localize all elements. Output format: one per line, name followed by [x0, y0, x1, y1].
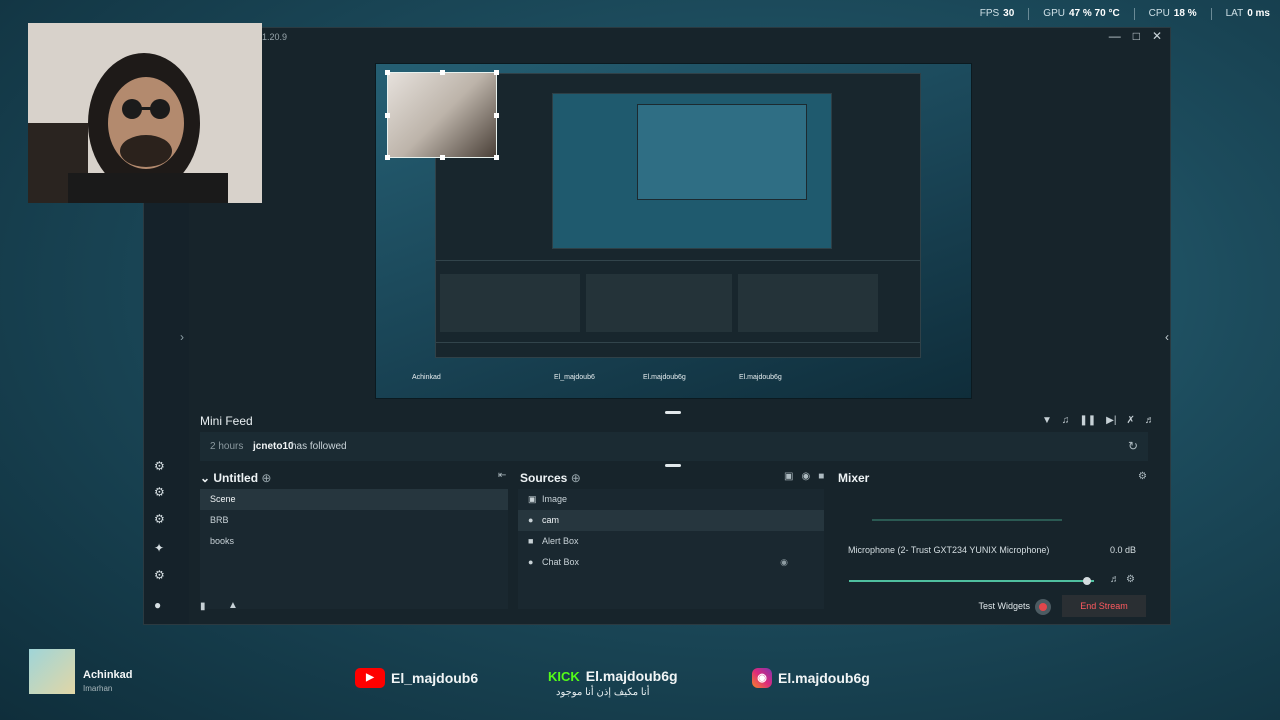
scene-collection-icon[interactable]: ⇤	[498, 470, 506, 481]
apps-icon[interactable]: ✦	[154, 542, 166, 554]
channel-avatar	[29, 649, 75, 694]
sources-title: Sources ⊕	[520, 471, 581, 485]
gpu-stat: GPU 47 % 70 °C	[1043, 8, 1120, 19]
performance-icon[interactable]: ▮	[200, 601, 206, 612]
expand-left-chevron-icon[interactable]: ›	[180, 330, 184, 344]
kick-subtitle: أنا مكيف إذن أنا موجود	[556, 687, 650, 698]
mute-icon[interactable]: ♬	[1110, 574, 1120, 585]
event-time: 2 hours	[210, 441, 244, 452]
panel-resize-handle-2[interactable]	[665, 464, 681, 467]
add-source-icon[interactable]: ⊕	[571, 471, 581, 485]
scene-item[interactable]: BRB	[200, 510, 508, 531]
fps-stat: FPS 30	[979, 8, 1015, 19]
notifications-icon[interactable]: ▲	[228, 600, 238, 611]
chat-icon: ●	[528, 557, 534, 567]
previous-channel-slider[interactable]	[872, 519, 1062, 521]
preview-webcam-source[interactable]	[385, 70, 499, 160]
event-user: jcneto10	[253, 441, 294, 452]
mixer-title: Mixer	[838, 471, 870, 485]
preview-nested-window	[435, 73, 921, 358]
image-icon: ▣	[528, 494, 537, 504]
feed-event-row[interactable]: 2 hours jcneto10 has followed ↻	[200, 432, 1148, 461]
editor-icon[interactable]: ⚙	[154, 486, 166, 498]
app-version: 1.20.9	[262, 32, 288, 42]
camera-icon: ●	[528, 515, 534, 525]
latency-stat: LAT 0 ms	[1225, 8, 1270, 19]
minimize-icon[interactable]: —	[1109, 29, 1121, 43]
scene-item[interactable]: books	[200, 531, 508, 552]
instagram-icon: ◉	[752, 668, 772, 688]
preview-nested-window-3	[637, 104, 807, 200]
close-icon[interactable]: ✕	[1152, 29, 1162, 43]
visibility-icon[interactable]: ◉	[780, 552, 788, 573]
performance-stats: FPS 30 GPU 47 % 70 °C CPU 18 % LAT 0 ms	[980, 8, 1270, 20]
mixer-settings-icon[interactable]: ⚙	[1138, 471, 1147, 482]
preview-footer: Achinkad El_majdoub6 El.majdoub6g El.maj…	[412, 374, 782, 381]
instagram-handle: ◉ El.majdoub6g	[752, 668, 870, 688]
bottom-bar: ▮ ▲ Test Widgets End Stream	[190, 590, 1170, 624]
skip-icon[interactable]: ▶|	[1106, 415, 1116, 426]
refresh-icon[interactable]: ↻	[1128, 439, 1138, 453]
settings-icon[interactable]: ⚙	[154, 569, 166, 581]
event-action: has followed	[291, 441, 347, 452]
kick-handle: KICK El.majdoub6g	[548, 668, 678, 684]
maximize-icon[interactable]: □	[1133, 29, 1140, 43]
scene-item[interactable]: Scene	[200, 489, 508, 510]
filter-icon[interactable]: ▼	[1042, 415, 1052, 426]
volume-slider[interactable]	[849, 580, 1094, 582]
stream-preview[interactable]: Achinkad El_majdoub6 El.majdoub6g El.maj…	[375, 63, 972, 399]
record-button[interactable]	[1035, 599, 1051, 615]
selective-recording-icon[interactable]: ◉	[801, 471, 810, 482]
source-item[interactable]: ● cam	[518, 510, 824, 531]
mixer-channel-name: Microphone (2- Trust GXT234 YUNIX Microp…	[848, 545, 1050, 555]
add-scene-icon[interactable]: ⊕	[261, 471, 271, 485]
collapse-right-chevron-icon[interactable]: ‹	[1165, 330, 1169, 344]
mini-feed-tools: ▼ ♫ ❚❚ ▶| ✗ ♬	[1042, 415, 1155, 426]
mixer-channel-level: 0.0 dB	[1110, 545, 1137, 555]
title-bar: 1.20.9	[144, 28, 1170, 46]
highlighter-icon[interactable]: ⚙	[154, 513, 166, 525]
cpu-stat: CPU 18 %	[1148, 8, 1197, 19]
alert-icon: ■	[528, 536, 534, 546]
music-icon[interactable]: ♫	[1062, 415, 1070, 426]
end-stream-button[interactable]: End Stream	[1062, 595, 1146, 617]
preview-nested-window-2	[552, 93, 832, 249]
volume-slider-knob[interactable]	[1082, 577, 1091, 585]
sources-tools: ▣ ◉ ■	[784, 471, 824, 482]
profile-icon[interactable]: ●	[154, 599, 166, 611]
volume-icon[interactable]: ♬	[1145, 415, 1155, 426]
source-item[interactable]: ▣ Image	[518, 489, 824, 510]
channel-name: Achinkad	[83, 669, 133, 681]
channel-settings-icon[interactable]: ⚙	[1126, 574, 1135, 585]
window-controls: — □ ✕	[1109, 29, 1162, 43]
test-widgets-button[interactable]: Test Widgets	[978, 601, 1030, 611]
scenes-title: ⌄ Untitled ⊕	[200, 471, 272, 485]
mute-alerts-icon[interactable]: ✗	[1126, 415, 1134, 426]
kick-icon: KICK	[548, 668, 580, 684]
channel-subtitle: Imarhan	[83, 684, 113, 693]
themes-icon[interactable]: ⚙	[154, 460, 166, 472]
youtube-icon: ▶	[355, 668, 385, 688]
panel-resize-handle[interactable]	[665, 411, 681, 414]
streamlabs-window: 1.20.9 — □ ✕ ⚙ ⚙ ⚙ ✦ ⚙ ● › ‹ Achinkad El…	[143, 27, 1171, 625]
pause-icon[interactable]: ❚❚	[1079, 415, 1096, 426]
group-icon[interactable]: ▣	[784, 471, 793, 482]
folder-icon[interactable]: ■	[818, 471, 824, 482]
mini-feed-title: Mini Feed	[200, 414, 253, 428]
source-item[interactable]: ● Chat Box ◉	[518, 552, 824, 573]
webcam-overlay	[28, 23, 262, 203]
source-item[interactable]: ■ Alert Box	[518, 531, 824, 552]
youtube-handle: ▶ El_majdoub6	[355, 668, 478, 688]
